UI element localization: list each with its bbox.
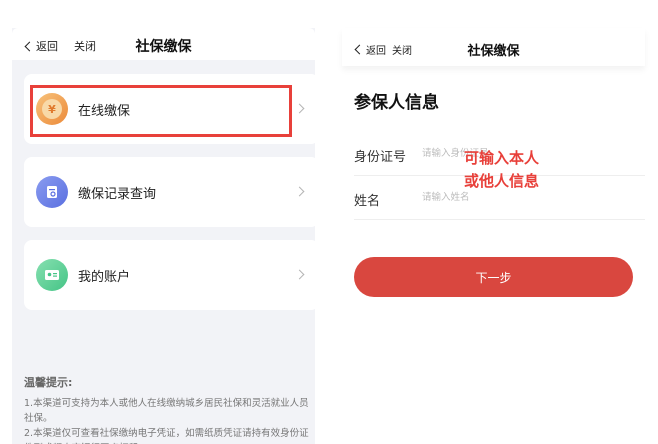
annotation-note: 可输入本人 或他人信息 bbox=[464, 149, 540, 190]
next-step-button[interactable]: 下一步 bbox=[354, 257, 633, 297]
tips-text: 1.本渠道可支持为本人或他人在线缴纳城乡居民社保和灵活就业人员社保。 2.本渠道… bbox=[24, 396, 314, 444]
right-nav-bar: 返回 关闭 社保缴保 bbox=[342, 28, 645, 66]
right-screen: 返回 关闭 社保缴保 参保人信息 身份证号 姓名 可输入本人 或他人信息 下一步 bbox=[342, 28, 645, 444]
chevron-right-icon bbox=[294, 269, 305, 280]
tips-line: 1.本渠道可支持为本人或他人在线缴纳城乡居民社保和灵活就业人员社保。 bbox=[24, 398, 309, 424]
page-title: 社保缴保 bbox=[467, 44, 520, 59]
menu-item-payment-records[interactable]: 缴保记录查询 bbox=[24, 157, 319, 227]
tips-title: 温馨提示: bbox=[24, 376, 73, 389]
tips-line: 2.本渠道仅可查看社保缴纳电子凭证，如需纸质凭证请持有效身份证件到成都农商银行网… bbox=[24, 428, 309, 444]
page-title: 社保缴保 bbox=[135, 39, 192, 55]
section-title: 参保人信息 bbox=[354, 93, 439, 113]
menu-item-my-account[interactable]: 我的账户 bbox=[24, 240, 319, 310]
document-record-icon bbox=[36, 176, 68, 208]
name-label: 姓名 bbox=[354, 194, 381, 209]
left-screen: 返回 关闭 社保缴保 ¥ 在线缴保 缴保记录查询 我的账户 温馨提示: 1.本渠… bbox=[12, 28, 319, 444]
id-number-label: 身份证号 bbox=[354, 150, 407, 165]
chevron-right-icon bbox=[294, 103, 305, 114]
menu-item-label: 我的账户 bbox=[78, 270, 131, 285]
highlight-annotation-box bbox=[30, 85, 292, 137]
left-nav-bar: 返回 关闭 社保缴保 bbox=[12, 28, 315, 60]
id-card-icon bbox=[36, 259, 68, 291]
chevron-right-icon bbox=[294, 186, 305, 197]
menu-item-label: 缴保记录查询 bbox=[78, 187, 157, 202]
